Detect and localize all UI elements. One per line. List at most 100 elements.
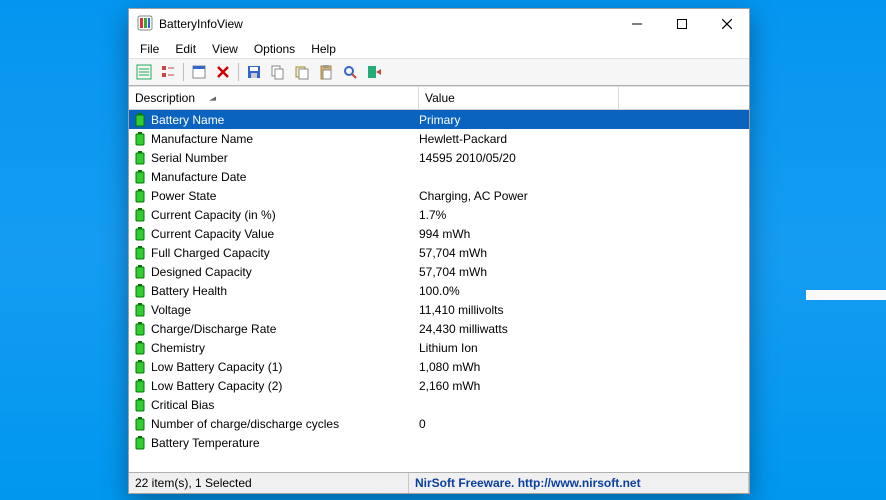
row-description: Manufacture Name [151, 132, 419, 146]
row-description: Charge/Discharge Rate [151, 322, 419, 336]
table-row[interactable]: Charge/Discharge Rate24,430 milliwatts [129, 319, 749, 338]
row-description: Battery Health [151, 284, 419, 298]
row-description: Critical Bias [151, 398, 419, 412]
menu-edit[interactable]: Edit [168, 41, 203, 57]
titlebar[interactable]: BatteryInfoView [129, 9, 749, 39]
statusbar: 22 item(s), 1 Selected NirSoft Freeware.… [129, 472, 749, 493]
view-details-icon[interactable] [133, 61, 155, 83]
close-button[interactable] [704, 9, 749, 39]
list-body[interactable]: Battery NamePrimaryManufacture NameHewle… [129, 110, 749, 472]
row-value: Hewlett-Packard [419, 132, 749, 146]
battery-icon [133, 322, 147, 336]
row-description: Serial Number [151, 151, 419, 165]
battery-icon [133, 170, 147, 184]
battery-icon [133, 246, 147, 260]
row-value: Lithium Ion [419, 341, 749, 355]
table-row[interactable]: Battery NamePrimary [129, 110, 749, 129]
column-headers: Description ◢ Value [129, 87, 749, 110]
column-value[interactable]: Value [419, 87, 619, 109]
table-row[interactable]: Designed Capacity57,704 mWh [129, 262, 749, 281]
table-row[interactable]: Full Charged Capacity57,704 mWh [129, 243, 749, 262]
battery-icon [133, 379, 147, 393]
window-title: BatteryInfoView [159, 17, 243, 31]
table-row[interactable]: Manufacture Date [129, 167, 749, 186]
table-row[interactable]: Serial Number14595 2010/05/20 [129, 148, 749, 167]
battery-icon [133, 208, 147, 222]
exit-icon[interactable] [363, 61, 385, 83]
save-icon[interactable] [243, 61, 265, 83]
row-value: 57,704 mWh [419, 265, 749, 279]
delete-icon[interactable] [212, 61, 234, 83]
battery-icon [133, 265, 147, 279]
find-icon[interactable] [339, 61, 361, 83]
menu-view[interactable]: View [205, 41, 245, 57]
column-description[interactable]: Description ◢ [129, 87, 419, 109]
status-credit: NirSoft Freeware. http://www.nirsoft.net [409, 473, 749, 493]
row-description: Battery Name [151, 113, 419, 127]
battery-icon [133, 303, 147, 317]
battery-icon [133, 284, 147, 298]
row-description: Power State [151, 189, 419, 203]
row-value: 1.7% [419, 208, 749, 222]
list-view: Description ◢ Value Battery NamePrimaryM… [129, 86, 749, 472]
table-row[interactable]: Low Battery Capacity (2)2,160 mWh [129, 376, 749, 395]
table-row[interactable]: Power StateCharging, AC Power [129, 186, 749, 205]
view-list-icon[interactable] [157, 61, 179, 83]
toolbar-separator [238, 63, 239, 81]
table-row[interactable]: Critical Bias [129, 395, 749, 414]
app-icon [137, 15, 153, 34]
row-description: Number of charge/discharge cycles [151, 417, 419, 431]
table-row[interactable]: ChemistryLithium Ion [129, 338, 749, 357]
properties-icon[interactable] [188, 61, 210, 83]
battery-icon [133, 436, 147, 450]
row-description: Designed Capacity [151, 265, 419, 279]
battery-icon [133, 113, 147, 127]
battery-icon [133, 132, 147, 146]
sort-indicator-icon: ◢ [209, 95, 216, 102]
battery-icon [133, 398, 147, 412]
table-row[interactable]: Number of charge/discharge cycles0 [129, 414, 749, 433]
battery-icon [133, 227, 147, 241]
battery-icon [133, 151, 147, 165]
row-description: Low Battery Capacity (2) [151, 379, 419, 393]
row-value: 24,430 milliwatts [419, 322, 749, 336]
menu-help[interactable]: Help [304, 41, 343, 57]
column-value-label: Value [425, 91, 455, 105]
row-description: Voltage [151, 303, 419, 317]
toolbar-separator [183, 63, 184, 81]
row-value: 1,080 mWh [419, 360, 749, 374]
battery-icon [133, 341, 147, 355]
paste-icon[interactable] [315, 61, 337, 83]
column-description-label: Description [135, 91, 195, 105]
table-row[interactable]: Current Capacity (in %)1.7% [129, 205, 749, 224]
minimize-button[interactable] [614, 9, 659, 39]
app-window: BatteryInfoView File Edit View Options H… [128, 8, 750, 494]
status-count: 22 item(s), 1 Selected [129, 473, 409, 493]
row-description: Low Battery Capacity (1) [151, 360, 419, 374]
toolbar [129, 58, 749, 86]
row-description: Manufacture Date [151, 170, 419, 184]
battery-icon [133, 360, 147, 374]
decorative-stripe [806, 290, 886, 300]
row-value: 0 [419, 417, 749, 431]
menubar: File Edit View Options Help [129, 39, 749, 58]
maximize-button[interactable] [659, 9, 704, 39]
copy-icon[interactable] [267, 61, 289, 83]
row-description: Full Charged Capacity [151, 246, 419, 260]
row-value: 2,160 mWh [419, 379, 749, 393]
menu-file[interactable]: File [133, 41, 166, 57]
table-row[interactable]: Battery Health100.0% [129, 281, 749, 300]
table-row[interactable]: Battery Temperature [129, 433, 749, 452]
table-row[interactable]: Current Capacity Value994 mWh [129, 224, 749, 243]
desktop: BatteryInfoView File Edit View Options H… [0, 0, 886, 500]
table-row[interactable]: Low Battery Capacity (1)1,080 mWh [129, 357, 749, 376]
table-row[interactable]: Voltage11,410 millivolts [129, 300, 749, 319]
row-value: Charging, AC Power [419, 189, 749, 203]
row-description: Current Capacity Value [151, 227, 419, 241]
menu-options[interactable]: Options [247, 41, 302, 57]
row-value: 14595 2010/05/20 [419, 151, 749, 165]
row-description: Current Capacity (in %) [151, 208, 419, 222]
table-row[interactable]: Manufacture NameHewlett-Packard [129, 129, 749, 148]
copy-row-icon[interactable] [291, 61, 313, 83]
row-description: Chemistry [151, 341, 419, 355]
